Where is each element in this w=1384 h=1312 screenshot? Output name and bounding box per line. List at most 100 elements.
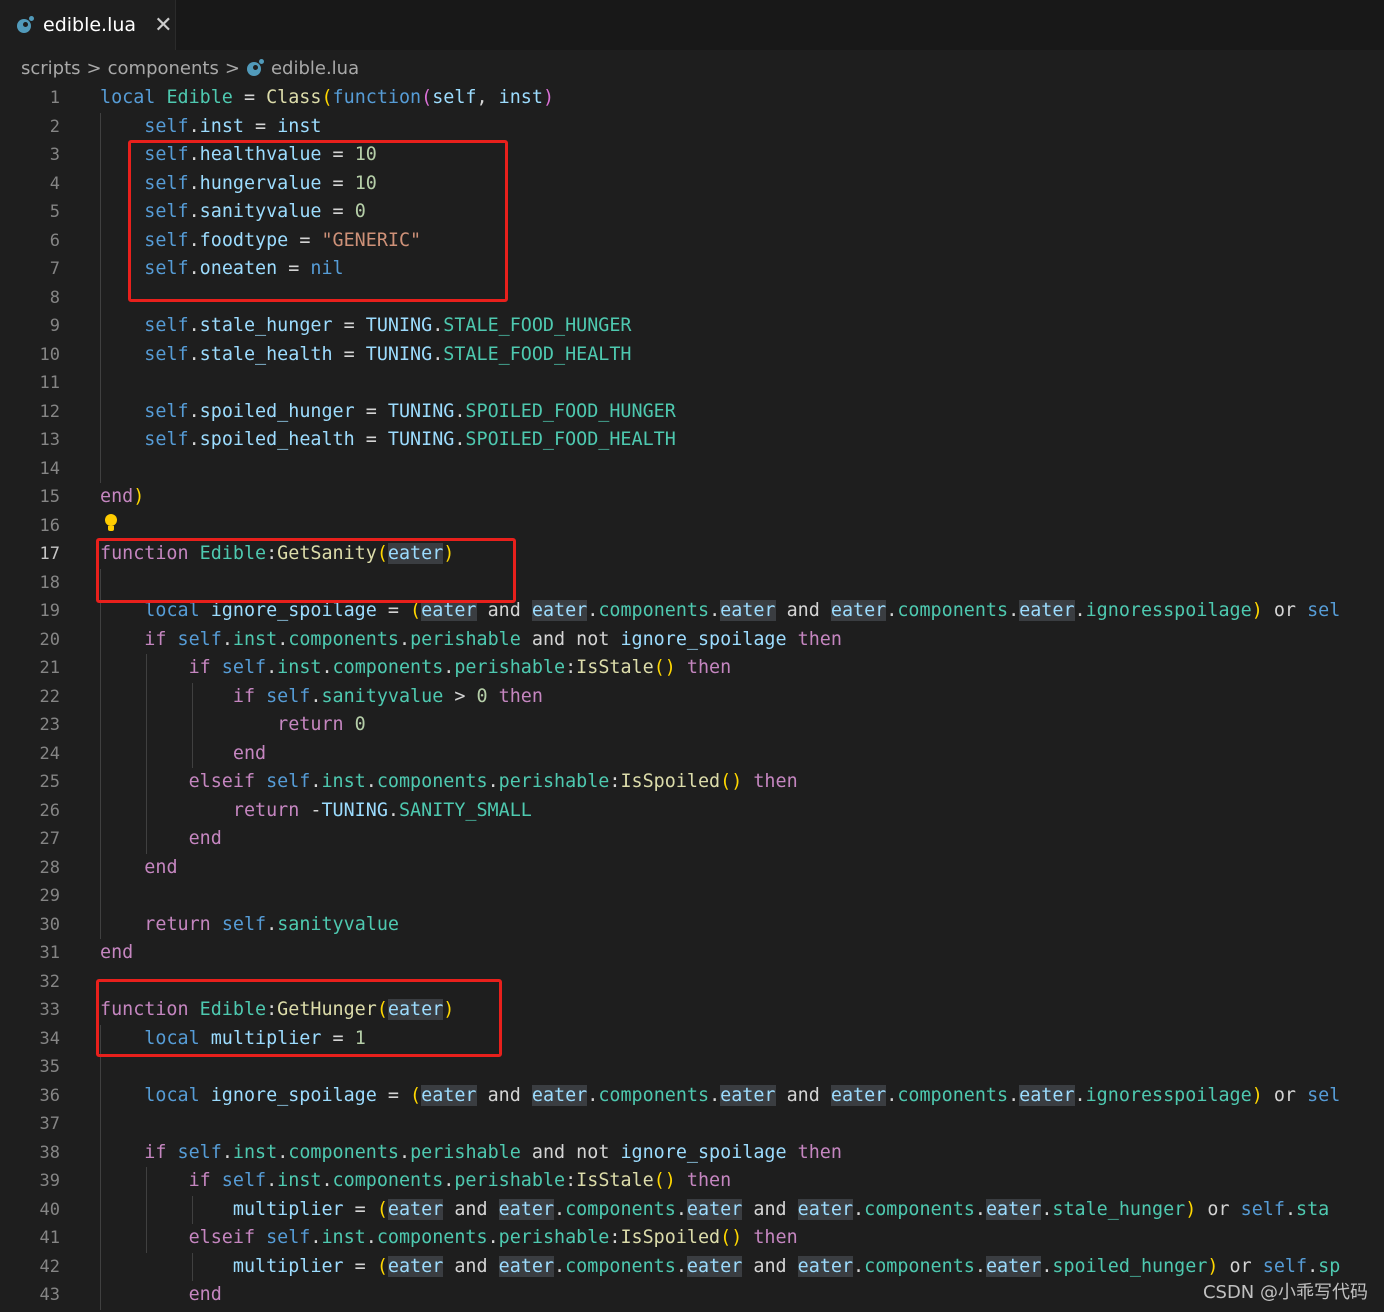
highlighted-token: eater (387, 543, 444, 564)
code-line[interactable]: 9 self.stale_hunger = TUNING.STALE_FOOD_… (0, 312, 1384, 341)
breadcrumb-item-scripts[interactable]: scripts (21, 58, 81, 79)
breadcrumb-item-components[interactable]: components (108, 58, 219, 79)
code-editor[interactable]: 1 local Edible = Class(function(self, ins… (0, 84, 1384, 1312)
code-line[interactable]: 11 (0, 369, 1384, 398)
code-token: and (775, 600, 831, 621)
line-number: 38 (39, 1142, 60, 1163)
line-number: 9 (49, 316, 60, 336)
code-token: if (188, 1170, 222, 1191)
code-token: and not (520, 628, 621, 650)
code-line[interactable]: 28 end (0, 854, 1384, 883)
code-token: or (1196, 1198, 1241, 1220)
code-line[interactable]: 39 if self.inst.components.perishable:Is… (0, 1167, 1384, 1196)
highlighted-token: eater (498, 1255, 555, 1277)
code-text: self.sanityvalue = 0 (100, 198, 365, 227)
code-line[interactable]: 19 local ignore_spoilage = (eater and ea… (0, 597, 1384, 626)
code-token: = (354, 400, 388, 422)
code-token: . (365, 771, 377, 792)
code-line[interactable]: 17 function Edible:GetSanity(eater) (0, 540, 1384, 569)
code-line[interactable]: 37 (0, 1110, 1384, 1139)
code-line[interactable]: 33 function Edible:GetHunger(eater) (0, 996, 1384, 1025)
code-line[interactable]: 14 (0, 455, 1384, 484)
highlighted-token: eater (720, 1084, 776, 1106)
code-line[interactable]: 22 if self.sanityvalue > 0 then (0, 683, 1384, 712)
code-line[interactable]: 38 if self.inst.components.perishable an… (0, 1139, 1384, 1168)
line-number: 34 (39, 1028, 60, 1049)
code-token: return (232, 799, 311, 821)
code-text: end (100, 740, 266, 769)
line-number: 10 (39, 344, 60, 365)
code-token: self (144, 343, 189, 365)
code-token: if (188, 657, 222, 678)
code-token: . (188, 258, 200, 279)
breadcrumb-item-file[interactable]: edible.lua (271, 58, 359, 79)
code-line[interactable]: 12 self.spoiled_hunger = TUNING.SPOILED_… (0, 398, 1384, 427)
code-line[interactable]: 3 self.healthvalue = 10 (0, 141, 1384, 170)
code-line[interactable]: 4 self.hungervalue = 10 (0, 170, 1384, 199)
code-token: then (675, 657, 732, 678)
line-number: 23 (39, 715, 60, 735)
code-line[interactable]: 5 self.sanityvalue = 0 (0, 198, 1384, 227)
code-line[interactable]: 41 elseif self.inst.components.perishabl… (0, 1224, 1384, 1253)
line-number: 15 (39, 487, 60, 507)
code-line[interactable]: 8 (0, 284, 1384, 313)
code-line[interactable]: 29 (0, 882, 1384, 911)
code-line[interactable]: 25 elseif self.inst.components.perishabl… (0, 768, 1384, 797)
code-token: function (100, 543, 200, 564)
code-line[interactable]: 36 local ignore_spoilage = (eater and ea… (0, 1082, 1384, 1111)
code-line[interactable]: 24 end (0, 740, 1384, 769)
code-line[interactable]: 15 end) (0, 483, 1384, 512)
code-line[interactable]: 23 return 0 (0, 711, 1384, 740)
code-line[interactable]: 42 multiplier = (eater and eater.compone… (0, 1253, 1384, 1282)
line-number: 41 (39, 1228, 60, 1248)
code-token: . (675, 1255, 687, 1277)
code-token: . (1041, 1198, 1053, 1220)
code-token: self (266, 771, 311, 792)
code-line[interactable]: 34 local multiplier = 1 (0, 1025, 1384, 1054)
code-token: self (144, 315, 189, 336)
code-line[interactable]: 2 self.inst = inst (0, 113, 1384, 142)
code-line[interactable]: 31 end (0, 939, 1384, 968)
highlighted-token: eater (720, 600, 776, 621)
code-token: then (742, 1227, 798, 1248)
code-line[interactable]: 13 self.spoiled_health = TUNING.SPOILED_… (0, 426, 1384, 455)
code-token: . (310, 771, 322, 792)
code-line[interactable]: 43 end (0, 1281, 1384, 1310)
line-number: 22 (39, 686, 60, 707)
code-line[interactable]: 30 return self.sanityvalue (0, 911, 1384, 940)
line-number: 24 (39, 743, 60, 764)
code-token: inst (321, 771, 366, 792)
highlighted-token: eater (531, 600, 588, 621)
close-icon[interactable]: ✕ (154, 13, 172, 38)
code-line[interactable]: 32 (0, 968, 1384, 997)
code-line[interactable]: 16 (0, 512, 1384, 541)
highlighted-token: eater (830, 600, 887, 621)
code-line[interactable]: 1 local Edible = Class(function(self, ins… (0, 84, 1384, 113)
code-line[interactable]: 7 self.oneaten = nil (0, 255, 1384, 284)
code-line[interactable]: 40 multiplier = (eater and eater.compone… (0, 1196, 1384, 1225)
code-token: ignoresspoilage (1085, 1084, 1252, 1106)
code-line[interactable]: 27 end (0, 825, 1384, 854)
line-number: 35 (39, 1057, 60, 1077)
code-line[interactable]: 26 return -TUNING.SANITY_SMALL (0, 797, 1384, 826)
code-line[interactable]: 10 self.stale_health = TUNING.STALE_FOOD… (0, 341, 1384, 370)
code-token: components (376, 771, 488, 792)
code-line[interactable]: 18 (0, 569, 1384, 598)
tab-edible-lua[interactable]: edible.lua ✕ (0, 0, 176, 50)
code-line[interactable]: 20 if self.inst.components.perishable an… (0, 626, 1384, 655)
code-token: self (1262, 1255, 1308, 1277)
code-line[interactable]: 6 self.foodtype = "GENERIC" (0, 227, 1384, 256)
code-line[interactable]: 35 (0, 1053, 1384, 1082)
code-token: = (321, 201, 355, 222)
code-line[interactable]: 21 if self.inst.components.perishable:Is… (0, 654, 1384, 683)
watermark: CSDN @小乖写代码 (1202, 1282, 1368, 1303)
lua-file-icon (16, 15, 35, 35)
